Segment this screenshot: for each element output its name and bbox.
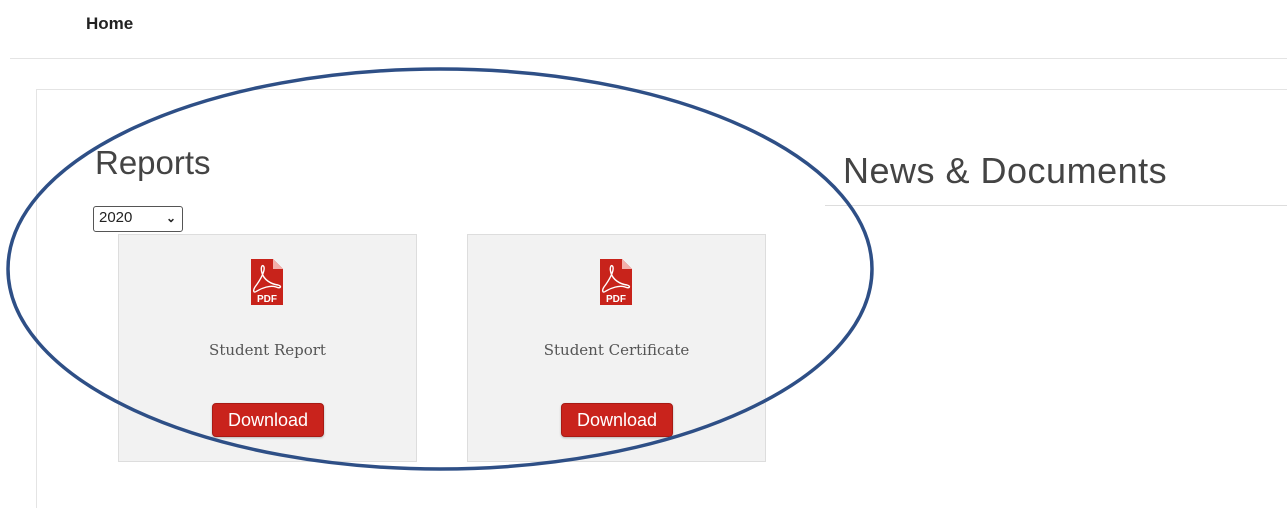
page: Home Reports 2020 ⌄ PDF Student Report D… xyxy=(0,0,1287,508)
nav-home-link[interactable]: Home xyxy=(86,14,133,34)
news-divider xyxy=(825,205,1287,206)
report-card-student-certificate: PDF Student Certificate Download xyxy=(467,234,766,462)
card-title: Student Report xyxy=(209,341,326,359)
nav-divider xyxy=(10,58,1287,59)
year-select[interactable]: 2020 ⌄ xyxy=(93,206,183,232)
download-student-certificate-button[interactable]: Download xyxy=(561,403,673,437)
pdf-icon: PDF xyxy=(251,259,283,305)
card-title: Student Certificate xyxy=(543,341,690,359)
pdf-icon-label: PDF xyxy=(606,294,626,305)
chevron-down-icon: ⌄ xyxy=(165,211,176,225)
pdf-icon: PDF xyxy=(600,259,632,305)
news-documents-heading: News & Documents xyxy=(843,150,1168,191)
year-select-value: 2020 xyxy=(99,209,133,226)
download-student-report-button[interactable]: Download xyxy=(212,403,324,437)
top-navigation: Home xyxy=(0,0,1287,58)
report-card-student-report: PDF Student Report Download xyxy=(118,234,417,462)
pdf-icon-label: PDF xyxy=(257,294,277,305)
reports-heading: Reports xyxy=(95,144,211,181)
